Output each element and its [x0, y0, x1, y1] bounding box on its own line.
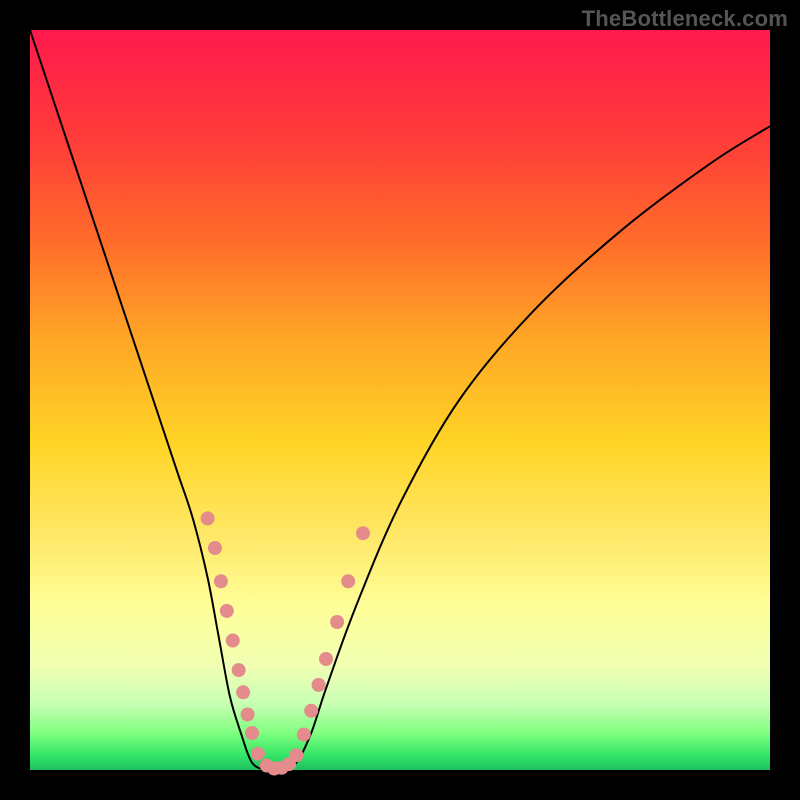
curve-marker [330, 615, 344, 629]
curve-marker [208, 541, 222, 555]
curve-marker [245, 726, 259, 740]
curve-marker [226, 634, 240, 648]
curve-marker [304, 704, 318, 718]
curve-marker [356, 526, 370, 540]
curve-marker [312, 678, 326, 692]
curve-marker [341, 574, 355, 588]
curve-marker [201, 511, 215, 525]
curve-marker [289, 748, 303, 762]
watermark-text: TheBottleneck.com [582, 6, 788, 32]
chart-stage: TheBottleneck.com [0, 0, 800, 800]
curve-marker [220, 604, 234, 618]
curve-svg [30, 30, 770, 770]
curve-marker [236, 685, 250, 699]
curve-marker [319, 652, 333, 666]
curve-marker [297, 727, 311, 741]
marker-group [201, 511, 370, 775]
curve-marker [241, 708, 255, 722]
bottleneck-curve [30, 30, 770, 771]
curve-marker [214, 574, 228, 588]
curve-marker [232, 663, 246, 677]
curve-marker [251, 747, 265, 761]
plot-area [30, 30, 770, 770]
